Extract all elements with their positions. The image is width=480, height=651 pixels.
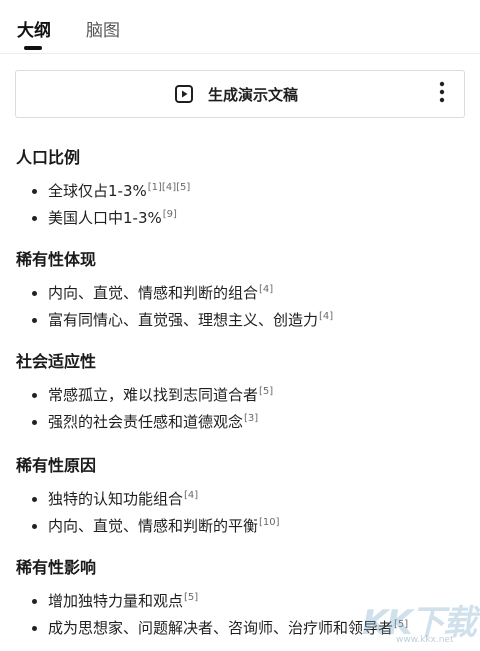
watermark-url: www.kkx.net [396, 635, 454, 645]
item-text: 内向、直觉、情感和判断的组合 [48, 284, 259, 302]
citation-link[interactable]: [5] [259, 386, 273, 397]
citation-link[interactable]: [10] [259, 517, 280, 528]
item-text: 富有同情心、直觉强、理想主义、创造力 [48, 311, 319, 329]
generate-presentation-label: 生成演示文稿 [207, 85, 298, 104]
citation-link[interactable]: [9] [163, 209, 177, 220]
outline-section: 稀有性原因 独特的认知功能组合[4] 内向、直觉、情感和判断的平衡[10] [16, 455, 466, 543]
section-title: 稀有性体现 [16, 250, 97, 269]
tab-bar: 大纲 脑图 [0, 0, 480, 54]
outline-section: 稀有性体现 内向、直觉、情感和判断的组合[4] 富有同情心、直觉强、理想主义、创… [16, 249, 466, 337]
bullet-list: 全球仅占1-3%[1][4][5] 美国人口中1-3%[9] [16, 181, 466, 235]
item-text: 成为思想家、问题解决者、咨询师、治疗师和领导者 [48, 619, 394, 637]
outline-section: 社会适应性 常感孤立，难以找到志同道合者[5] 强烈的社会责任感和道德观念[3] [16, 351, 466, 439]
citation-link[interactable]: [1][4][5] [148, 182, 191, 193]
generate-presentation-button[interactable]: 生成演示文稿 [16, 71, 426, 117]
section-title: 稀有性原因 [16, 456, 97, 475]
list-item: 全球仅占1-3%[1][4][5] [16, 181, 466, 208]
outline-section: 人口比例 全球仅占1-3%[1][4][5] 美国人口中1-3%[9] [16, 147, 466, 235]
section-title: 社会适应性 [16, 352, 97, 371]
tab-mindmap[interactable]: 脑图 [86, 20, 120, 42]
citation-link[interactable]: [3] [244, 413, 258, 424]
list-item: 富有同情心、直觉强、理想主义、创造力[4] [16, 310, 466, 337]
more-options-button[interactable] [430, 79, 454, 109]
citation-link[interactable]: [4] [319, 311, 333, 322]
list-item: 常感孤立，难以找到志同道合者[5] [16, 385, 466, 412]
section-title: 稀有性影响 [16, 558, 97, 577]
list-item: 美国人口中1-3%[9] [16, 208, 466, 235]
list-item: 内向、直觉、情感和判断的平衡[10] [16, 516, 466, 543]
bullet-list: 独特的认知功能组合[4] 内向、直觉、情感和判断的平衡[10] [16, 489, 466, 543]
more-vertical-icon [439, 81, 445, 107]
list-item: 强烈的社会责任感和道德观念[3] [16, 412, 466, 439]
generate-toolbar: 生成演示文稿 [15, 70, 465, 118]
bullet-list: 内向、直觉、情感和判断的组合[4] 富有同情心、直觉强、理想主义、创造力[4] [16, 283, 466, 337]
item-text: 常感孤立，难以找到志同道合者 [48, 386, 259, 404]
active-tab-indicator [24, 46, 42, 50]
citation-link[interactable]: [4] [259, 284, 273, 295]
item-text: 独特的认知功能组合 [48, 490, 184, 508]
item-text: 全球仅占1-3% [48, 182, 147, 200]
play-square-icon [174, 84, 194, 104]
citation-link[interactable]: [4] [184, 490, 198, 501]
item-text: 增加独特力量和观点 [48, 592, 184, 610]
tab-outline[interactable]: 大纲 [17, 20, 51, 42]
site-watermark: KK下载 www.kkx.net [362, 595, 477, 649]
item-text: 美国人口中1-3% [48, 209, 162, 227]
section-title: 人口比例 [16, 148, 81, 167]
citation-link[interactable]: [5] [184, 592, 198, 603]
list-item: 独特的认知功能组合[4] [16, 489, 466, 516]
item-text: 内向、直觉、情感和判断的平衡 [48, 517, 259, 535]
bullet-list: 常感孤立，难以找到志同道合者[5] 强烈的社会责任感和道德观念[3] [16, 385, 466, 439]
list-item: 内向、直觉、情感和判断的组合[4] [16, 283, 466, 310]
item-text: 强烈的社会责任感和道德观念 [48, 413, 244, 431]
